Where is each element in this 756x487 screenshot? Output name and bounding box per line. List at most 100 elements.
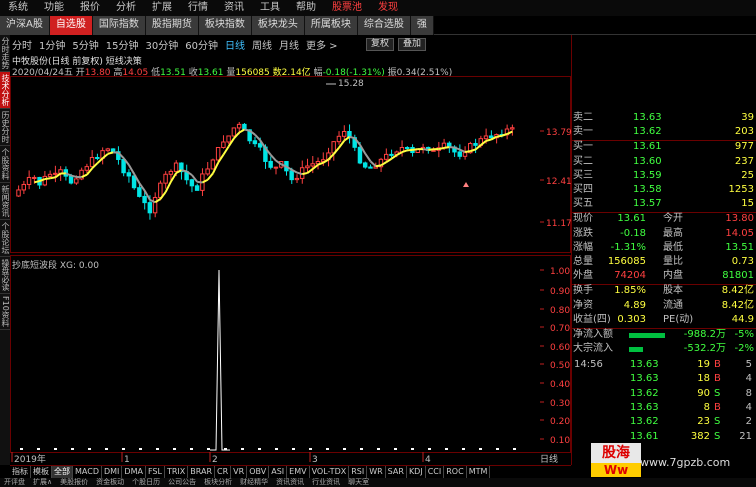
indicator-baseline-dot (343, 448, 346, 450)
ma-segment (244, 128, 250, 132)
candle-body (53, 172, 58, 175)
indicator-title-line: 抄底短波段 XG: 0.00 (12, 258, 99, 271)
stat-label: 最低 (663, 241, 683, 253)
candle-body (173, 162, 179, 172)
indicator-baseline-dot (275, 448, 278, 450)
indicator-tab-7[interactable]: TRIX (165, 466, 189, 478)
buy-price: 13.57 (633, 198, 662, 210)
stat-label: 总量 (573, 256, 593, 267)
indicator-tab-16[interactable]: WR (367, 466, 386, 478)
candle-body (121, 158, 126, 174)
site-logo: 股海 Ww (591, 443, 641, 477)
indicator-baseline-dot (309, 448, 312, 450)
indicator-tab-17[interactable]: SAR (386, 466, 407, 478)
ma-segment (44, 177, 51, 181)
stat-value: 13.51 (725, 241, 754, 253)
indicator-tab-6[interactable]: FSL (146, 466, 165, 478)
indicator-tab-21[interactable]: MTM (467, 466, 491, 478)
timeline-label: 2 (212, 455, 218, 465)
candle-body (189, 179, 195, 187)
tick-dir: B (714, 401, 721, 413)
tick-num: 2 (745, 416, 752, 428)
buy-vol: 237 (734, 155, 754, 167)
indicator-tab-5[interactable]: DMA (122, 466, 146, 478)
indicator-tab-4[interactable]: DMI (102, 466, 123, 478)
indicator-tab-19[interactable]: CCI (426, 466, 445, 478)
tick-row: 13.61 382 S 21 (572, 430, 756, 444)
indicator-tab-3[interactable]: MACD (73, 466, 102, 478)
indicator-tab-20[interactable]: ROC (444, 466, 467, 478)
indicator-tab-8[interactable]: BRAR (188, 466, 216, 478)
status-item-4[interactable]: 个股日历 (128, 478, 164, 487)
tick-dir: B (714, 373, 721, 385)
flow-label: 净流入额 (573, 329, 613, 340)
status-item-7[interactable]: 财经精华 (236, 478, 272, 487)
stat-row: 现价 13.61 今开 13.80 (571, 212, 756, 226)
stat-row: 外盘 74204 内盘 81801 (571, 269, 756, 283)
tick-price: 13.63 (630, 401, 659, 413)
ma-segment (238, 128, 245, 134)
timeline-label: 1 (124, 455, 130, 465)
candle-body (404, 147, 410, 150)
ma-segment (302, 171, 308, 176)
timeline-label: 4 (425, 455, 431, 465)
tick-dir: S (714, 416, 721, 428)
indicator-baseline-dot (496, 448, 499, 450)
status-item-10[interactable]: 聊天室 (344, 478, 373, 487)
indicator-tab-0[interactable]: 指标 (10, 466, 31, 478)
indicator-spike (210, 269, 230, 451)
candle-body (221, 141, 226, 148)
peak-label: 15.28 (338, 79, 364, 89)
tick-price: 13.63 (630, 373, 659, 385)
tick-dir: S (714, 430, 721, 442)
status-item-9[interactable]: 行业资讯 (308, 478, 344, 487)
indicator-baseline-dot (71, 448, 74, 450)
stat-value: 81801 (722, 270, 754, 282)
candle-body (268, 160, 273, 168)
indicator-baseline-dot (445, 448, 448, 450)
candle-body (389, 153, 394, 156)
sell-vol: 39 (741, 112, 754, 123)
ma-segment (485, 138, 492, 142)
buy-row: 买五 13.57 15 (571, 197, 756, 211)
ma-segment (443, 146, 450, 149)
status-item-6[interactable]: 板块分析 (200, 478, 236, 487)
indicator-tab-14[interactable]: VOL-TDX (310, 466, 350, 478)
candle-body (357, 146, 363, 164)
indicator-tab-11[interactable]: OBV (247, 466, 270, 478)
indicator-tab-13[interactable]: EMV (287, 466, 310, 478)
indicator-baseline-dot (190, 448, 193, 450)
fin-label: 净资 (573, 299, 593, 311)
indicator-baseline-dot (462, 448, 465, 450)
indicator-tab-12[interactable]: ASI (269, 466, 288, 478)
status-item-3[interactable]: 资金板动 (92, 478, 128, 487)
flow-pct: -2% (734, 343, 754, 355)
indicator-baseline-dot (122, 448, 125, 450)
indicator-tab-9[interactable]: CR (215, 466, 232, 478)
candle-body (147, 202, 153, 214)
tick-num: 21 (739, 430, 752, 442)
ma-segment (464, 150, 471, 153)
candle-body (194, 185, 200, 191)
indicator-tab-1[interactable]: 模板 (31, 466, 52, 478)
status-item-2[interactable]: 美股报价 (56, 478, 92, 487)
indicator-axis-label: 0.50 (550, 361, 570, 371)
candle-body (105, 148, 111, 152)
candle-body (74, 178, 79, 184)
indicator-axis-label: 0.40 (550, 380, 570, 390)
status-item-0[interactable]: 开评盘 (0, 478, 29, 487)
tick-dir: B (714, 359, 721, 370)
status-item-1[interactable]: 扩展∧ (29, 478, 56, 487)
indicator-tab-15[interactable]: RSI (349, 466, 368, 478)
ma-segment (369, 160, 377, 167)
indicator-tab-10[interactable]: VR (231, 466, 248, 478)
indicator-tab-2[interactable]: 全部 (52, 466, 73, 478)
indicator-tab-18[interactable]: KDJ (407, 466, 426, 478)
buy-label: 买三 (573, 169, 593, 181)
stat-row: 总量 156085 量比 0.73 (571, 255, 756, 269)
buy-vol: 1253 (728, 184, 754, 195)
status-item-5[interactable]: 公司公告 (164, 478, 200, 487)
indicator-baseline-dot (173, 448, 176, 450)
candle-body (110, 148, 116, 153)
status-item-8[interactable]: 资讯资讯 (272, 478, 308, 487)
